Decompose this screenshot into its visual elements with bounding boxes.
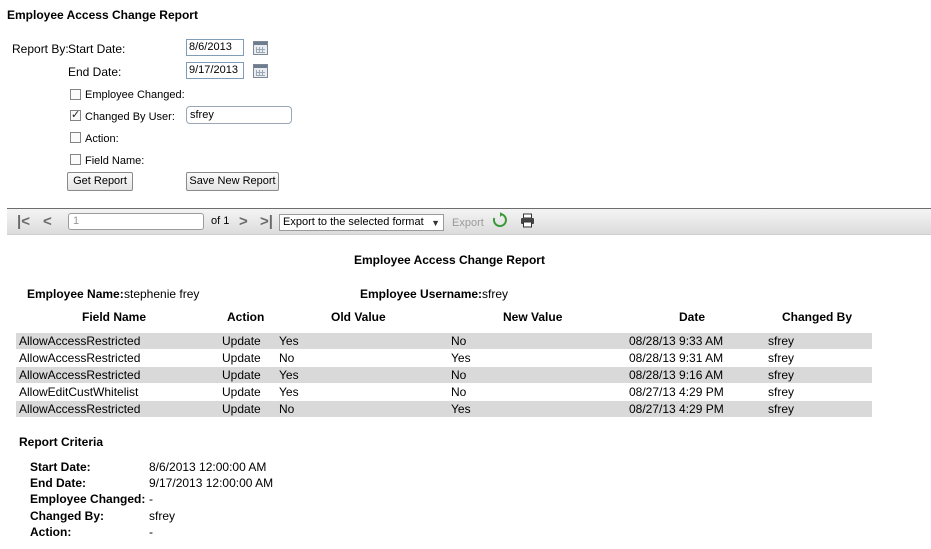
table-row: AllowAccessRestricted Update Yes No 08/2… <box>16 333 872 349</box>
column-header: Action <box>227 310 265 324</box>
export-button[interactable]: Export <box>452 217 484 229</box>
page-title: Employee Access Change Report <box>7 8 198 22</box>
criteria-value: 9/17/2013 12:00:00 AM <box>149 476 274 490</box>
start-date-label: Start Date: <box>68 42 126 56</box>
end-date-input[interactable]: 9/17/2013 <box>186 62 244 79</box>
cell-changed-by: sfrey <box>768 402 795 416</box>
table-row: AllowAccessRestricted Update No Yes 08/2… <box>16 401 872 417</box>
page-number-input[interactable]: 1 <box>68 213 204 230</box>
cell-date: 08/28/13 9:31 AM <box>629 351 724 365</box>
column-header: Date <box>679 310 706 324</box>
cell-new-value: No <box>451 385 467 399</box>
cell-new-value: No <box>451 368 467 382</box>
report-title: Employee Access Change Report <box>354 253 545 267</box>
cell-new-value: No <box>451 334 467 348</box>
criteria-label: Start Date: <box>30 460 91 474</box>
field-name-label: Field Name: <box>85 155 145 167</box>
cell-date: 08/28/13 9:33 AM <box>629 334 724 348</box>
cell-changed-by: sfrey <box>768 385 795 399</box>
employee-name-label: Employee Name: <box>27 287 124 301</box>
cell-action: Update <box>222 385 261 399</box>
employee-name-value: stephenie frey <box>124 287 200 301</box>
changed-by-user-label: Changed By User: <box>85 111 175 123</box>
cell-old-value: No <box>279 402 295 416</box>
employee-username-label: Employee Username: <box>360 287 483 301</box>
get-report-button[interactable]: Get Report <box>67 172 133 191</box>
cell-old-value: Yes <box>279 368 299 382</box>
export-format-value: Export to the selected format <box>283 216 424 228</box>
cell-field-name: AllowAccessRestricted <box>19 368 141 382</box>
changed-by-user-checkbox[interactable] <box>70 108 81 121</box>
table-row: AllowAccessRestricted Update No Yes 08/2… <box>16 350 872 366</box>
field-name-checkbox[interactable] <box>70 154 81 165</box>
calendar-icon[interactable] <box>253 41 268 55</box>
column-header: Field Name <box>82 310 147 324</box>
criteria-label: Employee Changed: <box>30 492 146 506</box>
cell-date: 08/28/13 9:16 AM <box>629 368 724 382</box>
column-header: Old Value <box>331 310 386 324</box>
cell-action: Update <box>222 402 261 416</box>
page-count-label: of 1 <box>211 215 230 227</box>
report-criteria-title: Report Criteria <box>19 435 104 449</box>
cell-new-value: Yes <box>451 351 471 365</box>
export-format-select[interactable]: Export to the selected format ▼ <box>279 214 444 231</box>
employee-username-value: sfrey <box>482 287 509 301</box>
criteria-label: Changed By: <box>30 509 105 523</box>
cell-old-value: No <box>279 351 295 365</box>
cell-field-name: AllowEditCustWhitelist <box>19 385 139 399</box>
cell-changed-by: sfrey <box>768 351 795 365</box>
refresh-icon[interactable] <box>492 212 508 231</box>
cell-old-value: Yes <box>279 334 299 348</box>
table-row: AllowEditCustWhitelist Update Yes No 08/… <box>16 384 872 400</box>
next-page-icon[interactable]: > <box>239 214 248 229</box>
previous-page-icon[interactable]: < <box>43 214 52 229</box>
last-page-icon[interactable]: >| <box>260 214 273 229</box>
criteria-value: sfrey <box>149 509 176 523</box>
print-icon[interactable] <box>520 213 535 231</box>
action-checkbox[interactable] <box>70 132 81 143</box>
column-header: Changed By <box>782 310 853 324</box>
end-date-label: End Date: <box>68 65 122 79</box>
start-date-input[interactable]: 8/6/2013 <box>186 39 244 56</box>
criteria-value: - <box>149 492 153 506</box>
table-row: AllowAccessRestricted Update Yes No 08/2… <box>16 367 872 383</box>
criteria-value: 8/6/2013 12:00:00 AM <box>149 460 267 474</box>
cell-field-name: AllowAccessRestricted <box>19 334 141 348</box>
cell-date: 08/27/13 4:29 PM <box>629 402 724 416</box>
action-label: Action: <box>85 133 119 145</box>
first-page-icon[interactable]: |< <box>17 214 30 229</box>
criteria-value: - <box>149 525 153 539</box>
changed-by-user-input[interactable]: sfrey <box>186 106 292 124</box>
cell-date: 08/27/13 4:29 PM <box>629 385 724 399</box>
criteria-label: End Date: <box>30 476 87 490</box>
cell-old-value: Yes <box>279 385 299 399</box>
employee-changed-label: Employee Changed: <box>85 89 185 101</box>
calendar-icon[interactable] <box>253 64 268 78</box>
cell-action: Update <box>222 368 261 382</box>
cell-action: Update <box>222 334 261 348</box>
cell-new-value: Yes <box>451 402 471 416</box>
dropdown-arrow-icon: ▼ <box>431 218 440 228</box>
cell-changed-by: sfrey <box>768 334 795 348</box>
criteria-label: Action: <box>30 525 72 539</box>
column-header: New Value <box>503 310 563 324</box>
cell-action: Update <box>222 351 261 365</box>
cell-changed-by: sfrey <box>768 368 795 382</box>
cell-field-name: AllowAccessRestricted <box>19 351 141 365</box>
report-by-label: Report By: <box>12 42 69 56</box>
save-new-report-button[interactable]: Save New Report <box>186 172 279 191</box>
report-toolbar: |< < 1 of 1 > >| Export to the selected … <box>7 208 931 235</box>
employee-changed-checkbox[interactable] <box>70 89 81 100</box>
cell-field-name: AllowAccessRestricted <box>19 402 141 416</box>
